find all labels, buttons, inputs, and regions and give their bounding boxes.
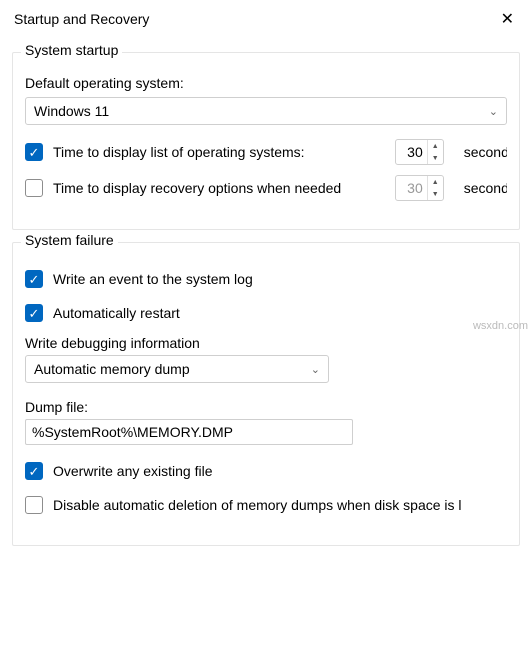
label-overwrite: Overwrite any existing file — [53, 463, 213, 479]
checkbox-time-list[interactable]: ✓ — [25, 143, 43, 161]
label-write-event: Write an event to the system log — [53, 271, 253, 287]
label-time-list: Time to display list of operating system… — [53, 144, 385, 160]
label-time-recovery: Time to display recovery options when ne… — [53, 180, 385, 196]
checkmark-icon: ✓ — [29, 273, 40, 286]
checkbox-auto-restart[interactable]: ✓ — [25, 304, 43, 322]
label-debug-info: Write debugging information — [25, 335, 507, 351]
chevron-down-icon: ⌄ — [311, 363, 320, 376]
label-auto-restart: Automatically restart — [53, 305, 180, 321]
label-dump-file: Dump file: — [25, 399, 507, 415]
legend-system-startup: System startup — [21, 42, 122, 58]
close-icon[interactable]: ✕ — [497, 9, 518, 29]
select-default-os[interactable]: Windows 11 ⌄ — [25, 97, 507, 125]
row-disable-deletion: Disable automatic deletion of memory dum… — [25, 493, 507, 517]
row-overwrite: ✓ Overwrite any existing file — [25, 459, 507, 483]
checkmark-icon: ✓ — [29, 307, 40, 320]
checkbox-time-recovery[interactable] — [25, 179, 43, 197]
row-time-list: ✓ Time to display list of operating syst… — [25, 139, 507, 165]
checkmark-icon: ✓ — [29, 465, 40, 478]
label-time-list-unit: seconds — [464, 144, 507, 160]
checkbox-write-event[interactable]: ✓ — [25, 270, 43, 288]
watermark: wsxdn.com — [473, 320, 528, 332]
spinner-time-list[interactable]: 30 ▲ ▼ — [395, 139, 444, 165]
select-debug-info-value: Automatic memory dump — [34, 361, 190, 377]
label-time-recovery-unit: seconds — [464, 180, 507, 196]
legend-system-failure: System failure — [21, 232, 118, 248]
row-auto-restart: ✓ Automatically restart — [25, 301, 507, 325]
checkmark-icon: ✓ — [29, 146, 40, 159]
titlebar: Startup and Recovery ✕ — [0, 0, 532, 36]
spinner-time-list-value[interactable]: 30 — [396, 140, 427, 164]
label-default-os: Default operating system: — [25, 75, 507, 91]
spinner-buttons: ▲ ▼ — [427, 176, 443, 200]
group-system-startup: System startup Default operating system:… — [12, 52, 520, 230]
spinner-time-recovery[interactable]: 30 ▲ ▼ — [395, 175, 444, 201]
row-time-recovery: Time to display recovery options when ne… — [25, 175, 507, 201]
spin-down-icon[interactable]: ▼ — [428, 152, 443, 164]
row-write-event: ✓ Write an event to the system log — [25, 267, 507, 291]
spinner-buttons: ▲ ▼ — [427, 140, 443, 164]
window-title: Startup and Recovery — [14, 11, 149, 27]
checkbox-disable-deletion[interactable] — [25, 496, 43, 514]
checkbox-overwrite[interactable]: ✓ — [25, 462, 43, 480]
spinner-time-recovery-value: 30 — [396, 176, 427, 200]
select-default-os-value: Windows 11 — [34, 103, 109, 119]
select-debug-info[interactable]: Automatic memory dump ⌄ — [25, 355, 329, 383]
spin-down-icon[interactable]: ▼ — [428, 188, 443, 200]
spin-up-icon[interactable]: ▲ — [428, 176, 443, 188]
group-system-failure: System failure ✓ Write an event to the s… — [12, 242, 520, 546]
spin-up-icon[interactable]: ▲ — [428, 140, 443, 152]
label-disable-deletion: Disable automatic deletion of memory dum… — [53, 497, 462, 513]
dialog-content: System startup Default operating system:… — [0, 36, 532, 564]
input-dump-file[interactable]: %SystemRoot%\MEMORY.DMP — [25, 419, 353, 445]
chevron-down-icon: ⌄ — [489, 105, 498, 118]
